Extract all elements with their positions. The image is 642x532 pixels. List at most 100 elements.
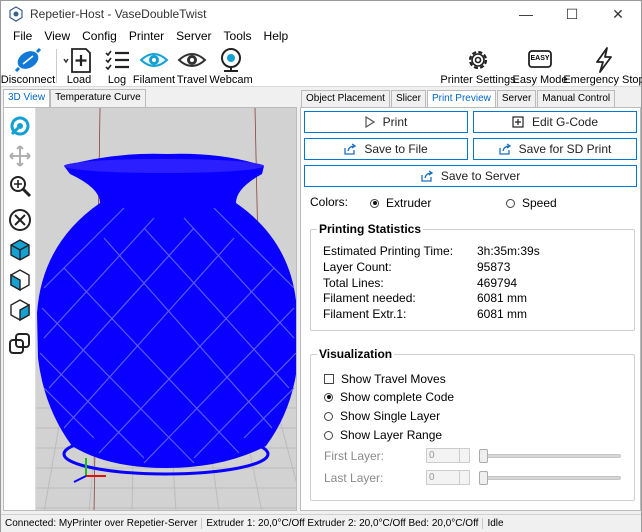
- last-layer-slider-thumb[interactable]: [479, 471, 488, 485]
- lightning-icon: [596, 47, 612, 73]
- stat-label: Estimated Printing Time:: [323, 244, 454, 258]
- show-single-layer-radio[interactable]: Show Single Layer: [324, 409, 440, 423]
- last-layer-slider-track[interactable]: [479, 476, 621, 480]
- webcam-button[interactable]: Webcam: [209, 45, 253, 87]
- radio-indicator: [324, 430, 333, 440]
- log-label: Log: [107, 74, 127, 86]
- show-travel-checkbox[interactable]: Show Travel Moves: [324, 372, 446, 386]
- stat-value: 6081 mm: [477, 307, 528, 321]
- color-speed-label: Speed: [522, 196, 557, 210]
- printer-settings-label: Printer Settings: [440, 74, 516, 86]
- printing-statistics-title: Printing Statistics: [317, 222, 424, 236]
- share-icon: [344, 143, 357, 155]
- left-tab-strip: 3D View Temperature Curve: [3, 89, 146, 107]
- show-layer-range-radio[interactable]: Show Layer Range: [324, 428, 442, 442]
- first-layer-value: 0: [429, 450, 435, 461]
- filament-label: Filament: [132, 74, 176, 86]
- colors-row: Colors: Extruder Speed: [310, 195, 630, 211]
- printer-state: Idle: [487, 518, 504, 529]
- load-button[interactable]: Load: [61, 45, 97, 87]
- tab-manual-control[interactable]: Manual Control: [537, 90, 616, 107]
- show-single-layer-label: Show Single Layer: [340, 409, 441, 423]
- colors-label: Colors:: [310, 195, 349, 209]
- first-layer-label: First Layer:: [324, 449, 385, 463]
- stat-value: 6081 mm: [477, 291, 528, 305]
- move-icon[interactable]: [8, 144, 32, 168]
- save-sd-label: Save for SD Print: [518, 142, 612, 156]
- first-layer-slider-thumb[interactable]: [479, 449, 488, 463]
- minimize-button[interactable]: —: [503, 1, 549, 27]
- radio-indicator: [324, 411, 333, 421]
- spinner-arrows[interactable]: [459, 449, 469, 462]
- printer-settings-button[interactable]: Printer Settings: [440, 45, 516, 87]
- radio-indicator: [506, 198, 515, 208]
- menu-server[interactable]: Server: [170, 29, 217, 43]
- rotate-icon[interactable]: [8, 114, 32, 138]
- edit-icon: [512, 116, 524, 128]
- tab-server[interactable]: Server: [496, 90, 537, 107]
- last-layer-spinner[interactable]: 0: [426, 470, 470, 485]
- color-speed-radio[interactable]: Speed: [506, 196, 557, 210]
- edit-gcode-label: Edit G-Code: [531, 115, 599, 129]
- stat-label: Filament Extr.1:: [323, 307, 407, 321]
- tab-slicer[interactable]: Slicer: [390, 90, 426, 107]
- last-layer-value: 0: [429, 472, 435, 483]
- save-to-file-button[interactable]: Save to File: [304, 138, 468, 160]
- last-layer-label: Last Layer:: [324, 471, 384, 485]
- cube-side-icon[interactable]: [8, 268, 32, 292]
- print-preview-panel: Print Edit G-Code Save to File Save for …: [300, 107, 641, 511]
- webcam-icon: [221, 48, 241, 72]
- disconnect-button[interactable]: Disconnect: [1, 45, 55, 87]
- menu-tools[interactable]: Tools: [218, 29, 258, 43]
- 3d-viewport[interactable]: [3, 107, 297, 511]
- show-complete-label: Show complete Code: [340, 390, 455, 404]
- temperature-status: Extruder 1: 20,0°C/Off Extruder 2: 20,0°…: [202, 518, 484, 529]
- tab-temperature-curve[interactable]: Temperature Curve: [50, 89, 146, 107]
- load-label: Load: [66, 74, 92, 86]
- first-layer-spinner[interactable]: 0: [426, 448, 470, 463]
- print-button[interactable]: Print: [304, 111, 468, 133]
- tab-print-preview[interactable]: Print Preview: [426, 90, 496, 107]
- title-bar: Repetier-Host - VaseDoubleTwist — ☐ ✕: [1, 1, 641, 27]
- travel-toggle[interactable]: Travel: [175, 45, 209, 87]
- maximize-button[interactable]: ☐: [549, 1, 595, 27]
- parallel-projection-icon[interactable]: [8, 332, 32, 356]
- print-label: Print: [382, 115, 408, 129]
- filament-toggle[interactable]: Filament: [132, 45, 176, 87]
- menu-view[interactable]: View: [38, 29, 76, 43]
- save-to-server-label: Save to Server: [440, 169, 521, 183]
- tab-3d-view[interactable]: 3D View: [3, 89, 51, 107]
- stat-label: Layer Count:: [323, 260, 392, 274]
- stat-value: 469794: [477, 276, 518, 290]
- log-button[interactable]: Log: [101, 45, 133, 87]
- close-button[interactable]: ✕: [595, 1, 641, 27]
- menu-config[interactable]: Config: [76, 29, 123, 43]
- edit-gcode-button[interactable]: Edit G-Code: [473, 111, 637, 133]
- menu-help[interactable]: Help: [258, 29, 295, 43]
- zoom-icon[interactable]: [8, 174, 32, 198]
- save-sd-button[interactable]: Save for SD Print: [473, 138, 637, 160]
- fit-view-icon[interactable]: [8, 208, 32, 232]
- view-tools-bar: [4, 108, 36, 510]
- tab-object-placement[interactable]: Object Placement: [301, 90, 390, 107]
- disconnect-icon: [14, 47, 42, 73]
- color-extruder-radio[interactable]: Extruder: [370, 196, 431, 210]
- show-complete-radio[interactable]: Show complete Code: [324, 390, 454, 404]
- share-icon: [498, 143, 511, 155]
- main-toolbar: Disconnect Load Log Filament Travel Webc…: [1, 45, 642, 87]
- first-layer-slider-track[interactable]: [479, 454, 621, 458]
- menu-printer[interactable]: Printer: [123, 29, 170, 43]
- travel-label: Travel: [176, 74, 208, 86]
- spinner-arrows[interactable]: [459, 471, 469, 484]
- status-bar: Connected: MyPrinter over Repetier-Serve…: [1, 514, 641, 532]
- emergency-stop-button[interactable]: Emergency Stop: [563, 45, 642, 87]
- connection-status: Connected: MyPrinter over Repetier-Serve…: [1, 518, 203, 529]
- checkbox-indicator: [324, 374, 334, 384]
- cube-front-icon[interactable]: [8, 238, 32, 262]
- easy-mode-button[interactable]: EASY Easy Mode: [512, 45, 568, 87]
- save-to-server-button[interactable]: Save to Server: [304, 165, 637, 187]
- visualization-title: Visualization: [317, 347, 395, 361]
- menu-file[interactable]: File: [7, 29, 38, 43]
- cube-top-icon[interactable]: [8, 298, 32, 322]
- load-icon: [63, 48, 91, 73]
